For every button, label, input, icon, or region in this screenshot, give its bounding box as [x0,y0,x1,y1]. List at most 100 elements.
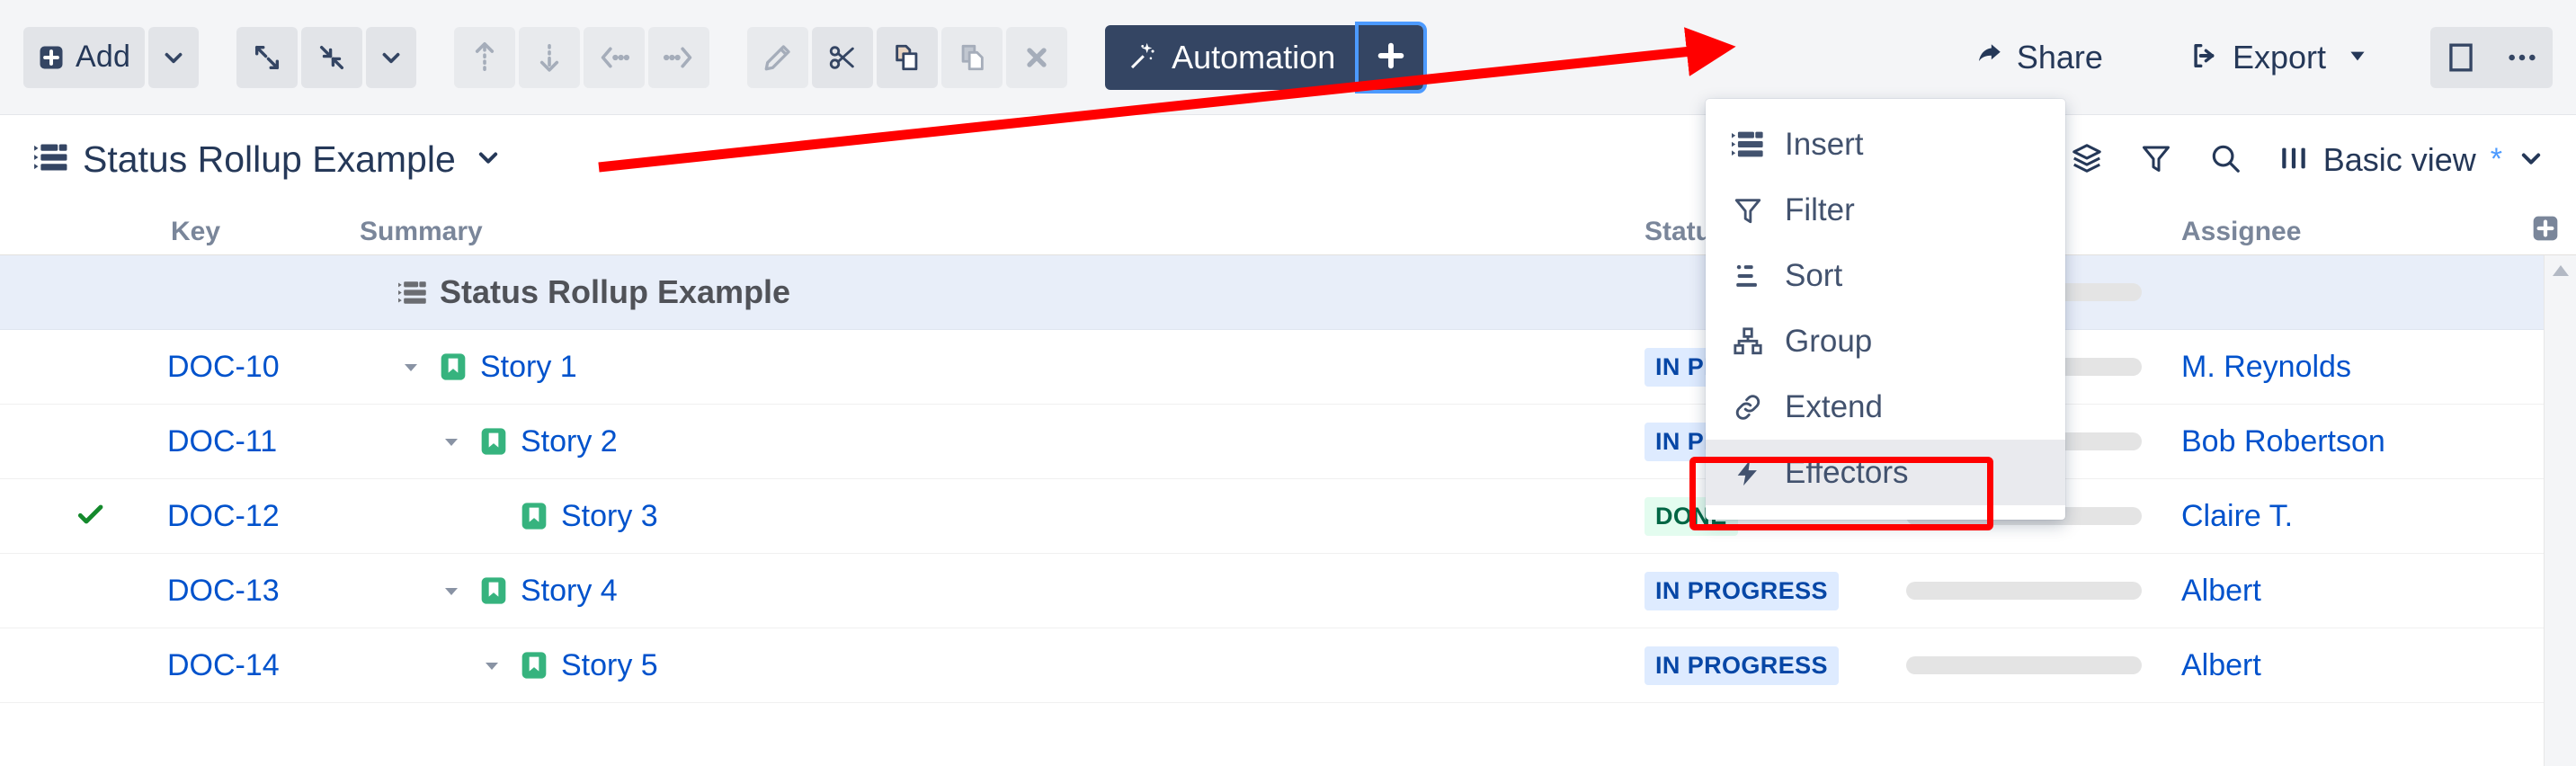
move-down-button[interactable] [519,27,580,88]
collapse-all-button[interactable] [301,27,362,88]
search-button[interactable] [2208,141,2242,178]
pencil-icon [762,42,793,73]
assignee-link[interactable]: M. Reynolds [2181,350,2351,385]
table-row[interactable]: DOC-14 Story 5 IN PROGRESS Albert [0,628,2576,703]
caret-down-icon[interactable] [396,356,426,378]
chevron-down-icon [379,46,403,69]
summary-text[interactable]: Status Rollup Example [440,273,790,311]
column-header-key[interactable]: Key [171,217,220,254]
assignee-link[interactable]: Albert [2181,648,2261,683]
ellipsis-icon [2507,49,2537,66]
assignee-link[interactable]: Albert [2181,574,2261,609]
progress-bar [1906,656,2142,674]
issue-key-link[interactable]: DOC-11 [167,424,277,459]
copy-button[interactable] [877,27,938,88]
sheet-header-tools: Basic view * [2070,141,2576,179]
automation-button[interactable]: Automation [1105,25,1359,90]
issue-key-link[interactable]: DOC-14 [167,648,280,683]
caret-down-icon[interactable] [436,580,467,601]
jira-structure-app: Add [0,0,2576,766]
summary-text[interactable]: Story 5 [561,648,658,683]
view-selector[interactable]: Basic view * [2278,141,2544,179]
structure-selector[interactable]: Status Rollup Example [0,138,501,181]
scroll-up-arrow-icon[interactable] [2551,264,2571,766]
arrow-up-icon [469,41,500,74]
view-name-label: Basic view [2323,141,2476,179]
summary-text[interactable]: Story 1 [480,350,577,385]
table-row[interactable]: DOC-11Story 2IN PROGRESSBob Robertson [0,405,2576,479]
paste-button[interactable] [941,27,1003,88]
structure-icon [398,281,427,305]
issue-key-link[interactable]: DOC-12 [167,499,280,534]
vertical-scrollbar[interactable] [2544,255,2576,766]
automation-button-label: Automation [1172,39,1335,76]
edit-tools-group [747,27,1067,88]
filter-button[interactable] [2140,142,2172,177]
funnel-icon [2140,142,2172,177]
table-row[interactable]: DOC-10Story 1IN PROGRESSM. Reynolds [0,330,2576,405]
add-button[interactable]: Add [23,27,145,88]
add-column-button[interactable] [2531,214,2560,245]
menu-item-effectors[interactable]: Effectors [1706,440,2065,505]
progress-bar [1906,582,2142,600]
menu-item-group[interactable]: Group [1706,308,2065,374]
automation-group: Automation [1105,25,1423,90]
move-up-button[interactable] [454,27,515,88]
issue-key-link[interactable]: DOC-10 [167,350,280,385]
panel-toggle-button[interactable] [2430,27,2491,88]
status-cell: IN PROGRESS [1645,572,1839,610]
menu-item-filter[interactable]: Filter [1706,177,2065,243]
expand-all-button[interactable] [236,27,298,88]
export-button[interactable]: Export [2170,27,2389,88]
delete-button[interactable] [1006,27,1067,88]
share-button[interactable]: Share [1954,27,2123,88]
indent-button[interactable] [648,27,709,88]
summary-cell: Story 1 [396,350,577,385]
menu-item-extend[interactable]: Extend [1706,374,2065,440]
summary-text[interactable]: Story 3 [561,499,658,534]
status-badge: IN PROGRESS [1645,572,1839,610]
layers-button[interactable] [2070,141,2104,178]
column-header-assignee[interactable]: Assignee [2181,217,2301,254]
story-icon [479,427,508,456]
summary-text[interactable]: Story 2 [521,424,618,459]
insert-rows-icon [1731,130,1765,158]
plus-square-icon [38,44,65,71]
chevron-down-icon [476,145,501,174]
issue-key-link[interactable]: DOC-13 [167,574,280,609]
edit-button[interactable] [747,27,808,88]
table-row[interactable]: DOC-12Story 3DONEClaire T. [0,479,2576,554]
paste-icon [957,42,987,73]
columns-icon [2278,143,2309,176]
cut-button[interactable] [812,27,873,88]
menu-item-insert[interactable]: Insert [1706,111,2065,177]
sheet-title: Status Rollup Example [83,138,456,181]
table-row[interactable]: DOC-13 Story 4 IN PROGRESS Albert [0,554,2576,628]
caret-down-icon[interactable] [436,431,467,452]
assignee-link[interactable]: Claire T. [2181,499,2293,534]
outdent-button[interactable] [584,27,645,88]
export-icon [2189,40,2220,74]
caret-down-icon[interactable] [477,655,507,676]
add-dropdown-button[interactable] [148,27,199,88]
structure-icon [34,143,68,176]
view-modified-marker: * [2491,142,2502,177]
table-group-row[interactable]: Status Rollup Example [0,255,2576,330]
row-check-cell [72,500,108,533]
automation-add-menu: InsertFilterSortGroup Extend Effectors [1706,99,2065,520]
automation-add-button[interactable] [1359,25,1423,90]
progress-cell [1906,656,2142,674]
funnel-icon [1731,195,1765,226]
more-options-button[interactable] [2491,27,2553,88]
column-header-summary[interactable]: Summary [360,217,483,254]
story-icon [520,651,548,680]
menu-item-label: Extend [1785,389,1883,425]
table-column-headers: Key Summary Status Assignee [0,203,2576,255]
structure-tools-group [236,27,416,88]
summary-text[interactable]: Story 4 [521,574,618,609]
status-cell: IN PROGRESS [1645,646,1839,685]
menu-item-sort[interactable]: Sort [1706,243,2065,308]
chevron-down-icon [2518,146,2544,174]
assignee-link[interactable]: Bob Robertson [2181,424,2385,459]
structure-dropdown-button[interactable] [366,27,416,88]
